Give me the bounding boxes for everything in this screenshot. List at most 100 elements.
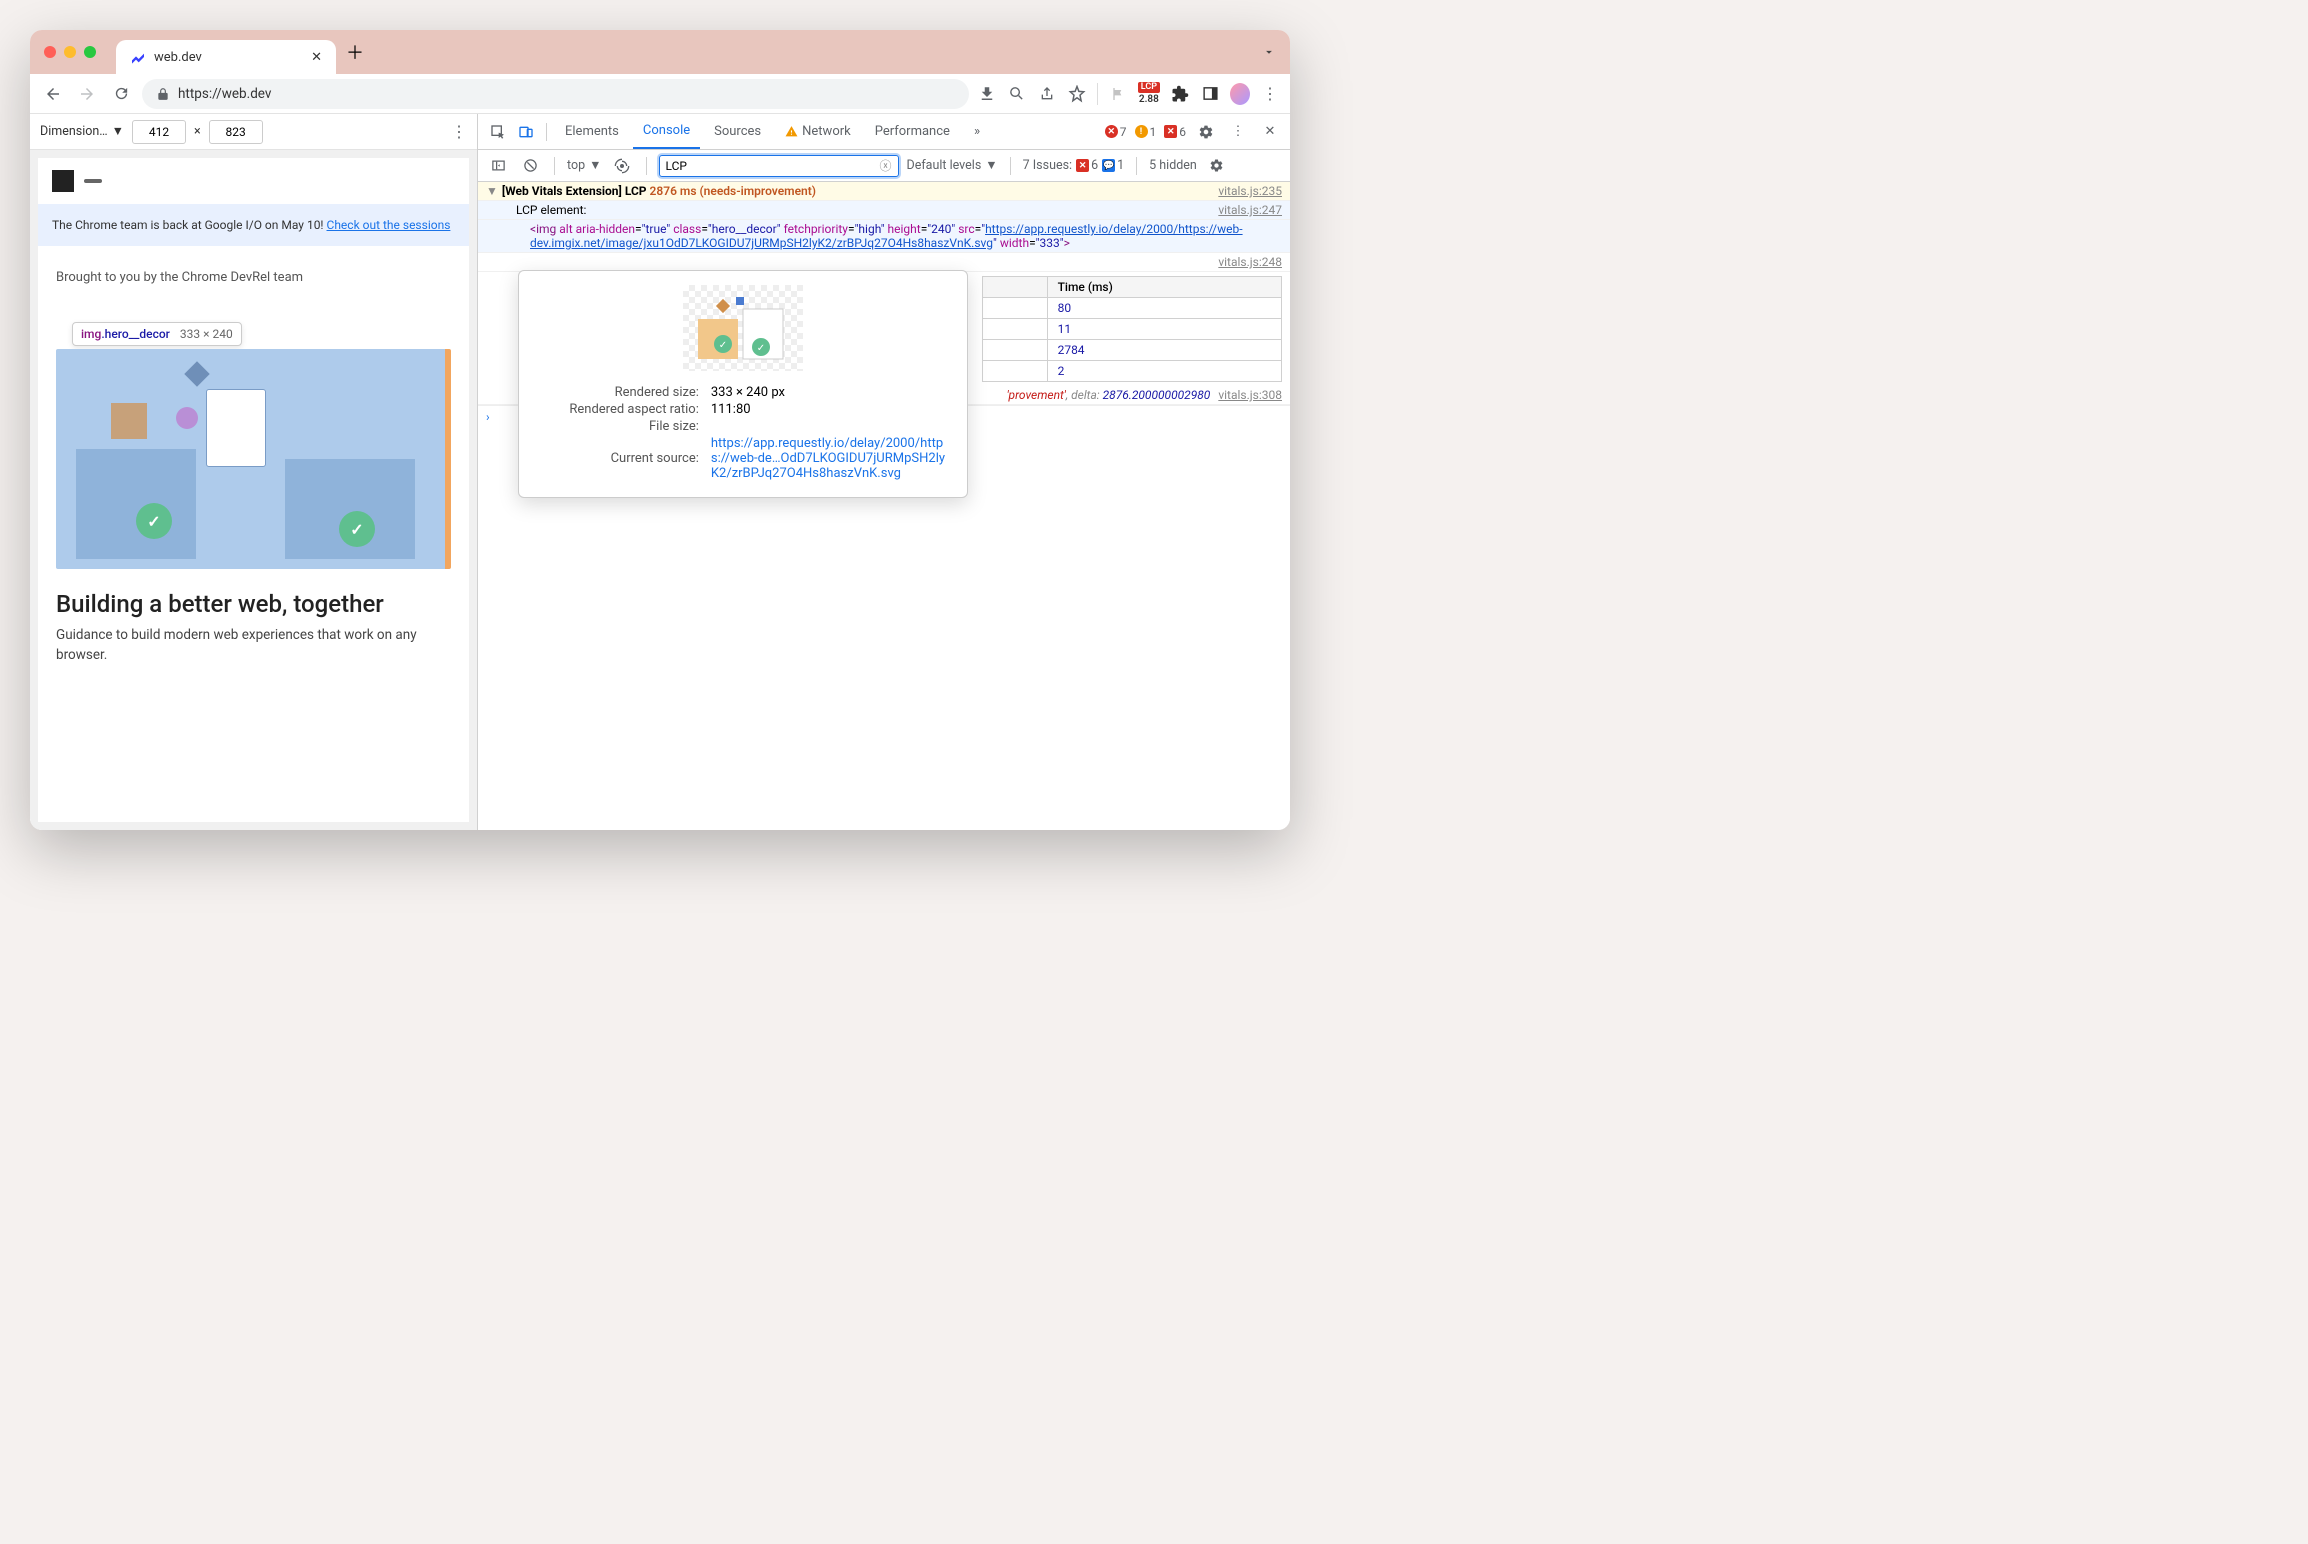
flag-icon[interactable] bbox=[1108, 84, 1128, 104]
console-log-row[interactable]: <img alt aria-hidden="true" class="hero_… bbox=[478, 220, 1290, 253]
viewport-width-input[interactable] bbox=[132, 120, 186, 144]
svg-text:✓: ✓ bbox=[719, 340, 727, 351]
lcp-badge-label: LCP bbox=[1138, 82, 1160, 93]
tab-elements[interactable]: Elements bbox=[555, 114, 629, 149]
site-logo[interactable] bbox=[52, 170, 74, 192]
tab-title: web.dev bbox=[154, 50, 202, 65]
clear-console-button[interactable] bbox=[518, 154, 542, 178]
source-link[interactable]: vitals.js:247 bbox=[1218, 203, 1282, 217]
devtools-tabbar: Elements Console Sources Network Perform… bbox=[478, 114, 1290, 150]
tab-performance[interactable]: Performance bbox=[865, 114, 960, 149]
source-link[interactable]: vitals.js:248 bbox=[1218, 255, 1282, 269]
banner-link[interactable]: Check out the sessions bbox=[327, 218, 451, 232]
tabs-menu-button[interactable] bbox=[1262, 45, 1276, 59]
devtools-close-button[interactable]: ✕ bbox=[1258, 120, 1282, 144]
popup-label: Rendered size: bbox=[535, 385, 709, 400]
dimension-separator: × bbox=[194, 124, 201, 139]
tab-console[interactable]: Console bbox=[633, 114, 700, 149]
close-window-button[interactable] bbox=[44, 46, 56, 58]
console-warning-count[interactable]: !1 bbox=[1135, 125, 1157, 139]
tab-network[interactable]: Network bbox=[775, 114, 861, 149]
window-controls bbox=[44, 46, 96, 58]
tab-sources[interactable]: Sources bbox=[704, 114, 771, 149]
toolbar-icons: LCP 2.88 ⋮ bbox=[977, 82, 1280, 105]
expand-icon[interactable]: ▼ bbox=[486, 184, 498, 198]
back-button[interactable] bbox=[40, 81, 66, 107]
console-sidebar-toggle[interactable] bbox=[486, 154, 510, 178]
chrome-menu-button[interactable]: ⋮ bbox=[1260, 84, 1280, 104]
hero-title: Building a better web, together bbox=[38, 569, 469, 625]
device-mode-button[interactable] bbox=[514, 120, 538, 144]
console-log-row[interactable]: ▼ [Web Vitals Extension] LCP 2876 ms (ne… bbox=[478, 182, 1290, 201]
popup-label: Rendered aspect ratio: bbox=[535, 402, 709, 417]
log-prefix: [Web Vitals Extension] LCP bbox=[502, 184, 650, 198]
popup-value bbox=[711, 419, 951, 434]
share-icon[interactable] bbox=[1037, 84, 1057, 104]
forward-button[interactable] bbox=[74, 81, 100, 107]
lcp-element-src-link[interactable]: https://app.requestly.io/delay/2000/http… bbox=[530, 222, 1243, 250]
url-text: https://web.dev bbox=[178, 86, 271, 102]
device-toolbar: Dimension… ▼ × ⋮ bbox=[30, 114, 477, 150]
tabs-overflow-button[interactable]: » bbox=[964, 114, 990, 149]
lcp-element-html: <img alt aria-hidden="true" class="hero_… bbox=[486, 222, 1282, 250]
console-error-count[interactable]: ✕7 bbox=[1105, 125, 1127, 139]
console-output[interactable]: ▼ [Web Vitals Extension] LCP 2876 ms (ne… bbox=[478, 182, 1290, 830]
banner-text: The Chrome team is back at Google I/O on… bbox=[52, 218, 327, 232]
tooltip-dimensions: 333 × 240 bbox=[180, 327, 233, 341]
profile-avatar[interactable] bbox=[1230, 84, 1250, 104]
web-vitals-extension-icon[interactable]: LCP 2.88 bbox=[1138, 82, 1160, 105]
tooltip-tagname: img bbox=[81, 327, 101, 341]
source-link[interactable]: vitals.js:308 bbox=[1218, 388, 1282, 402]
devtools-settings-button[interactable] bbox=[1194, 120, 1218, 144]
table-row: 2784 bbox=[983, 340, 1282, 361]
close-tab-button[interactable]: ✕ bbox=[311, 50, 322, 65]
console-filter-input[interactable]: ⓧ bbox=[659, 155, 899, 177]
hero-image: ✓ ✓ bbox=[56, 349, 451, 569]
bookmark-icon[interactable] bbox=[1067, 84, 1087, 104]
device-selector[interactable]: Dimension… ▼ bbox=[40, 124, 124, 139]
log-levels-selector[interactable]: Default levels ▼ bbox=[907, 158, 998, 173]
minimize-window-button[interactable] bbox=[64, 46, 76, 58]
chrome-tabbar: web.dev ✕ ＋ bbox=[30, 30, 1290, 74]
element-inspect-tooltip: img.hero__decor 333 × 240 bbox=[72, 322, 242, 346]
viewport-height-input[interactable] bbox=[209, 120, 263, 144]
browser-window: web.dev ✕ ＋ https://web.dev LCP 2.88 bbox=[30, 30, 1290, 830]
devtools-panel: Elements Console Sources Network Perform… bbox=[478, 114, 1290, 830]
live-expression-button[interactable] bbox=[610, 154, 634, 178]
lcp-status: (needs-improvement) bbox=[697, 184, 816, 198]
reload-button[interactable] bbox=[108, 81, 134, 107]
popup-source-link[interactable]: https://app.requestly.io/delay/2000/http… bbox=[711, 436, 951, 481]
console-settings-button[interactable] bbox=[1205, 154, 1229, 178]
context-selector[interactable]: top ▼ bbox=[567, 158, 602, 173]
image-preview-popup: ✓ ✓ Rendered size:333 × 240 px Rendered … bbox=[518, 270, 968, 498]
install-icon[interactable] bbox=[977, 84, 997, 104]
source-link[interactable]: vitals.js:235 bbox=[1218, 184, 1282, 198]
device-toolbar-menu[interactable]: ⋮ bbox=[451, 122, 467, 141]
lcp-badge-value: 2.88 bbox=[1139, 94, 1159, 105]
side-panel-icon[interactable] bbox=[1200, 84, 1220, 104]
lock-icon bbox=[156, 87, 170, 101]
tooltip-class: .hero__decor bbox=[101, 327, 170, 341]
extensions-icon[interactable] bbox=[1170, 84, 1190, 104]
rendered-page[interactable]: The Chrome team is back at Google I/O on… bbox=[38, 158, 469, 822]
maximize-window-button[interactable] bbox=[84, 46, 96, 58]
console-log-row[interactable]: LCP element: vitals.js:247 bbox=[478, 201, 1290, 220]
devtools-menu-button[interactable]: ⋮ bbox=[1226, 120, 1250, 144]
warning-icon bbox=[785, 125, 798, 138]
table-row: 80 bbox=[983, 298, 1282, 319]
hidden-messages-label[interactable]: 5 hidden bbox=[1149, 158, 1197, 173]
console-blocked-count[interactable]: ✕6 bbox=[1164, 125, 1186, 139]
inspect-element-button[interactable] bbox=[486, 120, 510, 144]
image-thumbnail: ✓ ✓ bbox=[683, 285, 803, 371]
site-favicon bbox=[130, 49, 146, 65]
url-field[interactable]: https://web.dev bbox=[142, 79, 969, 109]
lcp-element-label: LCP element: bbox=[486, 203, 1210, 217]
new-tab-button[interactable]: ＋ bbox=[346, 39, 364, 65]
clear-filter-icon[interactable]: ⓧ bbox=[879, 157, 891, 174]
svg-text:✓: ✓ bbox=[757, 343, 765, 354]
issues-button[interactable]: 7 Issues: ✕6 💬1 bbox=[1023, 158, 1125, 173]
hamburger-icon[interactable] bbox=[84, 179, 102, 183]
zoom-icon[interactable] bbox=[1007, 84, 1027, 104]
browser-tab[interactable]: web.dev ✕ bbox=[116, 40, 336, 74]
page-header bbox=[38, 158, 469, 204]
